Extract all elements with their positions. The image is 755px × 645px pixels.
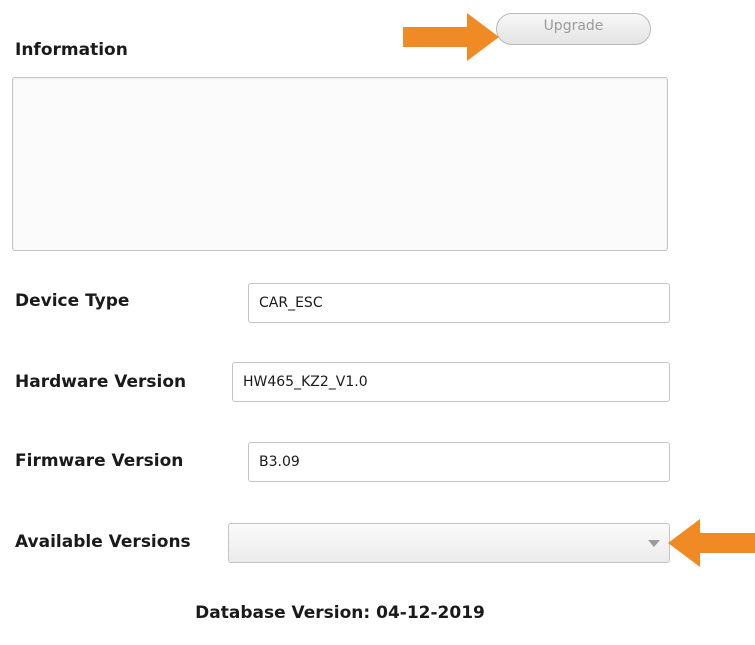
available-versions-dropdown[interactable]: [228, 523, 670, 563]
arrow-left-icon: [668, 519, 755, 567]
available-versions-label: Available Versions: [15, 532, 191, 552]
arrow-right-icon: [403, 13, 499, 61]
upgrade-button[interactable]: Upgrade: [496, 13, 651, 45]
hardware-version-field[interactable]: [232, 362, 670, 402]
database-version: Database Version: 04-12-2019: [195, 603, 485, 623]
information-textarea[interactable]: [12, 77, 668, 251]
device-type-label: Device Type: [15, 291, 130, 311]
firmware-upgrade-panel: Information Upgrade Device Type Hardware…: [0, 0, 755, 645]
chevron-down-icon: [648, 540, 660, 547]
hardware-version-label: Hardware Version: [15, 372, 187, 392]
device-type-field[interactable]: [248, 283, 670, 323]
firmware-version-field[interactable]: [248, 442, 670, 482]
information-title: Information: [15, 40, 128, 60]
firmware-version-label: Firmware Version: [15, 451, 184, 471]
